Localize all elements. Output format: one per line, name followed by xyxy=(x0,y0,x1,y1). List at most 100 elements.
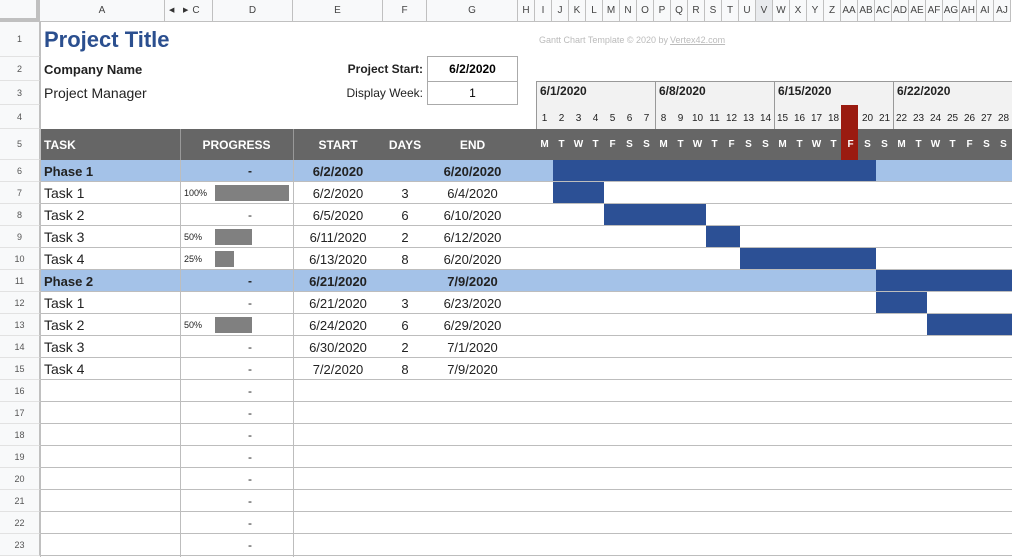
row-header-14[interactable]: 14 xyxy=(0,336,40,358)
progress-percent[interactable]: 100% xyxy=(184,182,207,204)
end-date[interactable]: 6/4/2020 xyxy=(427,182,518,204)
column-header-s[interactable]: S xyxy=(705,0,722,22)
column-header-z[interactable]: Z xyxy=(824,0,841,22)
column-header-r[interactable]: R xyxy=(688,0,705,22)
row-header-8[interactable]: 8 xyxy=(0,204,40,226)
gantt-bar[interactable] xyxy=(740,248,876,269)
progress-empty[interactable]: - xyxy=(200,160,300,182)
start-date[interactable] xyxy=(293,402,383,424)
column-header-a[interactable]: A xyxy=(40,0,165,22)
vertex42-link[interactable]: Vertex42.com xyxy=(670,35,725,45)
task-name[interactable]: Task 1 xyxy=(44,292,84,314)
task-name[interactable]: Task 4 xyxy=(44,248,84,270)
progress-empty[interactable]: - xyxy=(200,512,300,534)
duration-days[interactable]: 2 xyxy=(383,336,427,358)
column-header-u[interactable]: U xyxy=(739,0,756,22)
expand-right-arrow-icon[interactable]: ▶ xyxy=(183,6,188,14)
task-name[interactable]: Task 3 xyxy=(44,226,84,248)
start-date[interactable]: 6/21/2020 xyxy=(293,270,383,292)
row-header-9[interactable]: 9 xyxy=(0,226,40,248)
column-header-o[interactable]: O xyxy=(637,0,654,22)
gantt-bar[interactable] xyxy=(876,292,927,313)
end-date[interactable]: 7/9/2020 xyxy=(427,358,518,380)
start-date[interactable]: 7/2/2020 xyxy=(293,358,383,380)
progress-empty[interactable]: - xyxy=(200,402,300,424)
row-header-13[interactable]: 13 xyxy=(0,314,40,336)
progress-empty[interactable]: - xyxy=(200,336,300,358)
duration-days[interactable] xyxy=(383,380,427,402)
company-name[interactable]: Company Name xyxy=(44,57,142,81)
task-name[interactable]: Task 2 xyxy=(44,204,84,226)
row-header-3[interactable]: 3 xyxy=(0,81,40,105)
duration-days[interactable]: 6 xyxy=(383,314,427,336)
duration-days[interactable] xyxy=(383,160,427,182)
column-header-aj[interactable]: AJ xyxy=(994,0,1011,22)
end-date[interactable]: 6/23/2020 xyxy=(427,292,518,314)
end-date[interactable]: 6/20/2020 xyxy=(427,160,518,182)
start-date[interactable]: 6/13/2020 xyxy=(293,248,383,270)
end-date[interactable]: 6/20/2020 xyxy=(427,248,518,270)
column-header-i[interactable]: I xyxy=(535,0,552,22)
column-header-j[interactable]: J xyxy=(552,0,569,22)
end-date[interactable] xyxy=(427,534,518,556)
start-date[interactable]: 6/5/2020 xyxy=(293,204,383,226)
row-header-19[interactable]: 19 xyxy=(0,446,40,468)
column-header-g[interactable]: G xyxy=(427,0,518,22)
start-date[interactable]: 6/24/2020 xyxy=(293,314,383,336)
progress-percent[interactable]: 50% xyxy=(184,226,202,248)
start-date[interactable]: 6/2/2020 xyxy=(293,160,383,182)
gantt-bar[interactable] xyxy=(553,160,876,181)
end-date[interactable] xyxy=(427,490,518,512)
row-header-23[interactable]: 23 xyxy=(0,534,40,556)
project-manager[interactable]: Project Manager xyxy=(44,81,147,105)
column-header-m[interactable]: M xyxy=(603,0,620,22)
column-header-w[interactable]: W xyxy=(773,0,790,22)
column-header-af[interactable]: AF xyxy=(926,0,943,22)
display-week-input[interactable]: 1 xyxy=(427,81,518,105)
row-header-1[interactable]: 1 xyxy=(0,22,40,57)
column-header-ag[interactable]: AG xyxy=(943,0,960,22)
end-date[interactable] xyxy=(427,446,518,468)
row-header-12[interactable]: 12 xyxy=(0,292,40,314)
start-date[interactable] xyxy=(293,380,383,402)
duration-days[interactable] xyxy=(383,490,427,512)
column-header-k[interactable]: K xyxy=(569,0,586,22)
end-date[interactable] xyxy=(427,380,518,402)
column-header-q[interactable]: Q xyxy=(671,0,688,22)
column-header-l[interactable]: L xyxy=(586,0,603,22)
gantt-bar[interactable] xyxy=(553,182,604,203)
duration-days[interactable]: 8 xyxy=(383,248,427,270)
start-date[interactable]: 6/30/2020 xyxy=(293,336,383,358)
start-date[interactable] xyxy=(293,490,383,512)
task-name[interactable]: Phase 2 xyxy=(44,270,93,292)
gantt-bar[interactable] xyxy=(604,204,706,225)
column-header-ai[interactable]: AI xyxy=(977,0,994,22)
task-name[interactable]: Phase 1 xyxy=(44,160,93,182)
task-name[interactable]: Task 2 xyxy=(44,314,84,336)
task-name[interactable]: Task 3 xyxy=(44,336,84,358)
task-name[interactable]: Task 4 xyxy=(44,358,84,380)
end-date[interactable] xyxy=(427,512,518,534)
row-header-11[interactable]: 11 xyxy=(0,270,40,292)
duration-days[interactable] xyxy=(383,402,427,424)
column-header-aa[interactable]: AA xyxy=(841,0,858,22)
column-header-h[interactable]: H xyxy=(518,0,535,22)
progress-empty[interactable]: - xyxy=(200,292,300,314)
row-header-10[interactable]: 10 xyxy=(0,248,40,270)
column-header-ac[interactable]: AC xyxy=(875,0,892,22)
column-header-ab[interactable]: AB xyxy=(858,0,875,22)
duration-days[interactable]: 8 xyxy=(383,358,427,380)
column-header-v[interactable]: V xyxy=(756,0,773,22)
end-date[interactable]: 6/12/2020 xyxy=(427,226,518,248)
row-header-2[interactable]: 2 xyxy=(0,57,40,81)
column-header-t[interactable]: T xyxy=(722,0,739,22)
start-date[interactable] xyxy=(293,468,383,490)
gantt-bar[interactable] xyxy=(927,314,1012,335)
project-start-input[interactable]: 6/2/2020 xyxy=(427,56,518,82)
progress-empty[interactable]: - xyxy=(200,270,300,292)
row-header-22[interactable]: 22 xyxy=(0,512,40,534)
progress-empty[interactable]: - xyxy=(200,534,300,556)
row-header-6[interactable]: 6 xyxy=(0,160,40,182)
column-header-p[interactable]: P xyxy=(654,0,671,22)
column-header-e[interactable]: E xyxy=(293,0,383,22)
